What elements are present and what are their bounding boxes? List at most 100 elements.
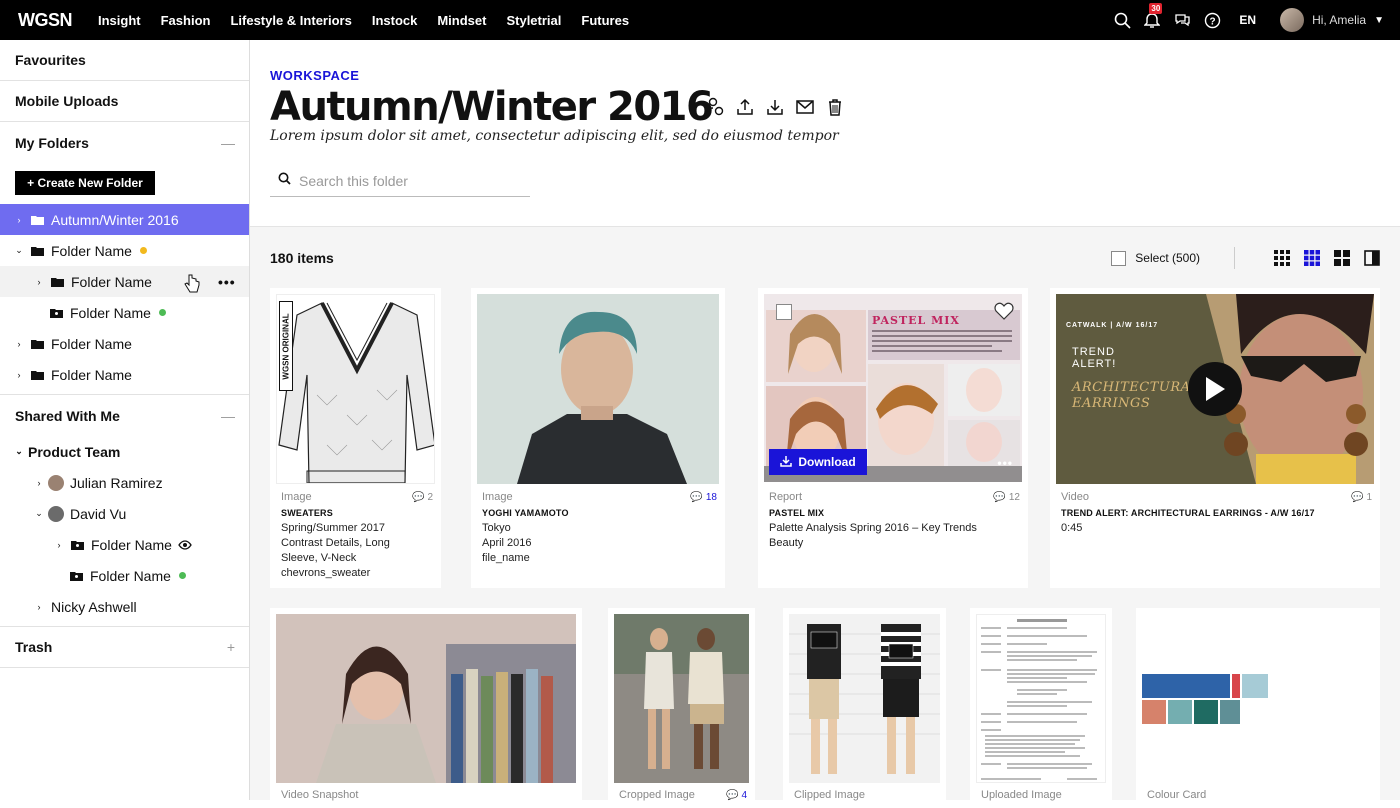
chevron-right-icon[interactable]: › bbox=[15, 370, 23, 380]
folder-item[interactable]: › Folder Name ••• bbox=[0, 266, 249, 297]
card-meta: Report PASTEL MIX Palette Analysis Sprin… bbox=[769, 490, 1019, 551]
folder-item[interactable]: Folder Name bbox=[0, 297, 249, 328]
folder-item[interactable]: › Folder Name bbox=[0, 529, 249, 560]
share-user-icon[interactable] bbox=[705, 97, 724, 116]
folder-item[interactable]: › Folder Name bbox=[0, 328, 249, 359]
delete-trash-icon[interactable] bbox=[825, 97, 844, 116]
chevron-right-icon[interactable]: › bbox=[15, 215, 23, 225]
folder-search bbox=[270, 166, 530, 197]
language-selector[interactable]: EN bbox=[1239, 13, 1256, 27]
chevron-down-icon[interactable]: ⌄ bbox=[15, 446, 23, 457]
asset-card[interactable]: Image YOGHI YAMAMOTO Tokyo April 2016 fi… bbox=[471, 288, 725, 588]
user-avatar[interactable] bbox=[1280, 8, 1305, 32]
asset-card[interactable]: Cropped Image 💬 4 bbox=[608, 608, 755, 808]
card-line: Contrast Details, Long bbox=[281, 537, 390, 549]
select-checkbox[interactable] bbox=[776, 304, 792, 320]
grid-small-view-icon[interactable] bbox=[1274, 250, 1290, 266]
asset-card[interactable]: Video Snapshot bbox=[270, 608, 582, 808]
asset-card[interactable]: Uploaded Image bbox=[970, 608, 1112, 808]
notifications-bell-icon[interactable]: 30 bbox=[1143, 3, 1163, 29]
user-menu-chevron-down-icon[interactable]: ▼ bbox=[1374, 15, 1384, 26]
my-folders-label: My Folders bbox=[15, 134, 89, 151]
nav-futures[interactable]: Futures bbox=[581, 13, 629, 28]
shared-user-item[interactable]: › Nicky Ashwell bbox=[0, 591, 249, 622]
select-all-checkbox[interactable] bbox=[1111, 250, 1127, 266]
chevron-right-icon[interactable]: › bbox=[55, 540, 63, 550]
asset-card[interactable]: PASTEL MIX Download ••• Report PASTEL MI… bbox=[758, 288, 1028, 588]
shared-team-item[interactable]: ⌄ Product Team bbox=[0, 436, 249, 467]
asset-card[interactable]: CATWALK | A/W 16/17 TREND ALERT! ARCHITE… bbox=[1050, 288, 1380, 588]
upload-icon[interactable] bbox=[735, 97, 754, 116]
sidebar-trash[interactable]: Trash + bbox=[0, 627, 249, 668]
card-thumbnail[interactable]: WGSN ORIGINAL bbox=[276, 294, 435, 484]
card-thumbnail[interactable] bbox=[276, 614, 576, 783]
asset-card[interactable]: Clipped Image bbox=[783, 608, 946, 808]
chevron-right-icon[interactable]: › bbox=[35, 277, 43, 287]
nav-instock[interactable]: Instock bbox=[372, 13, 418, 28]
download-button[interactable]: Download bbox=[769, 449, 867, 475]
sidebar-favourites[interactable]: Favourites bbox=[0, 40, 249, 81]
folder-item[interactable]: Folder Name bbox=[0, 560, 249, 591]
more-options-icon[interactable]: ••• bbox=[997, 456, 1013, 470]
folder-item[interactable]: › Folder Name bbox=[0, 359, 249, 390]
card-line: 0:45 bbox=[1061, 522, 1083, 534]
nav-styletrial[interactable]: Styletrial bbox=[506, 13, 561, 28]
asset-card[interactable]: Colour Card bbox=[1136, 608, 1380, 808]
chevron-right-icon[interactable]: › bbox=[35, 478, 43, 488]
heart-favourite-icon[interactable] bbox=[994, 302, 1014, 325]
card-thumbnail[interactable] bbox=[976, 614, 1106, 783]
grid-large-view-icon[interactable] bbox=[1334, 250, 1350, 266]
download-icon[interactable] bbox=[765, 97, 784, 116]
collapse-minus-icon[interactable]: — bbox=[221, 135, 235, 151]
nav-fashion[interactable]: Fashion bbox=[161, 13, 211, 28]
nav-insight[interactable]: Insight bbox=[98, 13, 141, 28]
folder-item[interactable]: ⌄ Folder Name bbox=[0, 235, 249, 266]
expand-plus-icon[interactable]: + bbox=[227, 639, 235, 655]
divider bbox=[1234, 247, 1235, 269]
user-greeting[interactable]: Hi, Amelia bbox=[1312, 13, 1366, 27]
grid-medium-view-icon[interactable] bbox=[1304, 250, 1320, 266]
nav-mindset[interactable]: Mindset bbox=[437, 13, 486, 28]
select-all[interactable]: Select (500) bbox=[1111, 250, 1200, 266]
shared-user-item[interactable]: › Julian Ramirez bbox=[0, 467, 249, 498]
folder-label: Folder Name bbox=[90, 567, 171, 584]
detail-view-icon[interactable] bbox=[1364, 250, 1380, 266]
comment-count[interactable]: 💬 12 bbox=[993, 492, 1020, 503]
play-button[interactable] bbox=[1188, 362, 1242, 416]
nav-lifestyle-interiors[interactable]: Lifestyle & Interiors bbox=[230, 13, 351, 28]
search-icon[interactable] bbox=[1113, 11, 1131, 29]
shared-user-item[interactable]: ⌄ David Vu bbox=[0, 498, 249, 529]
card-thumbnail[interactable] bbox=[1142, 614, 1374, 783]
card-thumbnail[interactable] bbox=[477, 294, 719, 484]
chevron-right-icon[interactable]: › bbox=[15, 339, 23, 349]
more-options-icon[interactable]: ••• bbox=[218, 274, 236, 290]
svg-text:PASTEL MIX: PASTEL MIX bbox=[872, 314, 960, 327]
email-icon[interactable] bbox=[795, 97, 814, 116]
asset-card[interactable]: WGSN ORIGINAL Image SWEATERS Spring/Summ… bbox=[270, 288, 441, 588]
card-thumbnail[interactable]: CATWALK | A/W 16/17 TREND ALERT! ARCHITE… bbox=[1056, 294, 1374, 484]
chevron-down-icon[interactable]: ⌄ bbox=[15, 245, 23, 256]
collapse-minus-icon[interactable]: — bbox=[221, 408, 235, 424]
help-icon[interactable]: ? bbox=[1203, 11, 1221, 29]
folder-item-selected[interactable]: › Autumn/Winter 2016 bbox=[0, 204, 249, 235]
comment-count[interactable]: 💬 18 bbox=[690, 492, 717, 503]
card-thumbnail[interactable] bbox=[789, 614, 940, 783]
create-new-folder-button[interactable]: + Create New Folder bbox=[15, 171, 155, 195]
trash-label: Trash bbox=[15, 639, 53, 655]
chat-icon[interactable] bbox=[1173, 11, 1191, 29]
my-folders-header[interactable]: My Folders — bbox=[0, 122, 249, 163]
wgsn-logo[interactable]: WGSN bbox=[18, 10, 78, 31]
card-thumbnail[interactable]: PASTEL MIX Download ••• bbox=[764, 294, 1022, 482]
comment-count[interactable]: 💬 4 bbox=[726, 790, 747, 801]
card-meta: Colour Card bbox=[1147, 788, 1347, 803]
card-thumbnail[interactable] bbox=[614, 614, 749, 783]
search-input[interactable] bbox=[299, 173, 519, 189]
chevron-right-icon[interactable]: › bbox=[35, 602, 43, 612]
shared-with-me-header[interactable]: Shared With Me — bbox=[0, 395, 249, 436]
comment-count[interactable]: 💬 2 bbox=[412, 492, 433, 503]
chevron-down-icon[interactable]: ⌄ bbox=[35, 508, 43, 519]
search-icon bbox=[278, 172, 291, 190]
comment-icon: 💬 bbox=[725, 790, 739, 801]
comment-count[interactable]: 💬 1 bbox=[1351, 492, 1372, 503]
sidebar-mobile-uploads[interactable]: Mobile Uploads bbox=[0, 81, 249, 122]
